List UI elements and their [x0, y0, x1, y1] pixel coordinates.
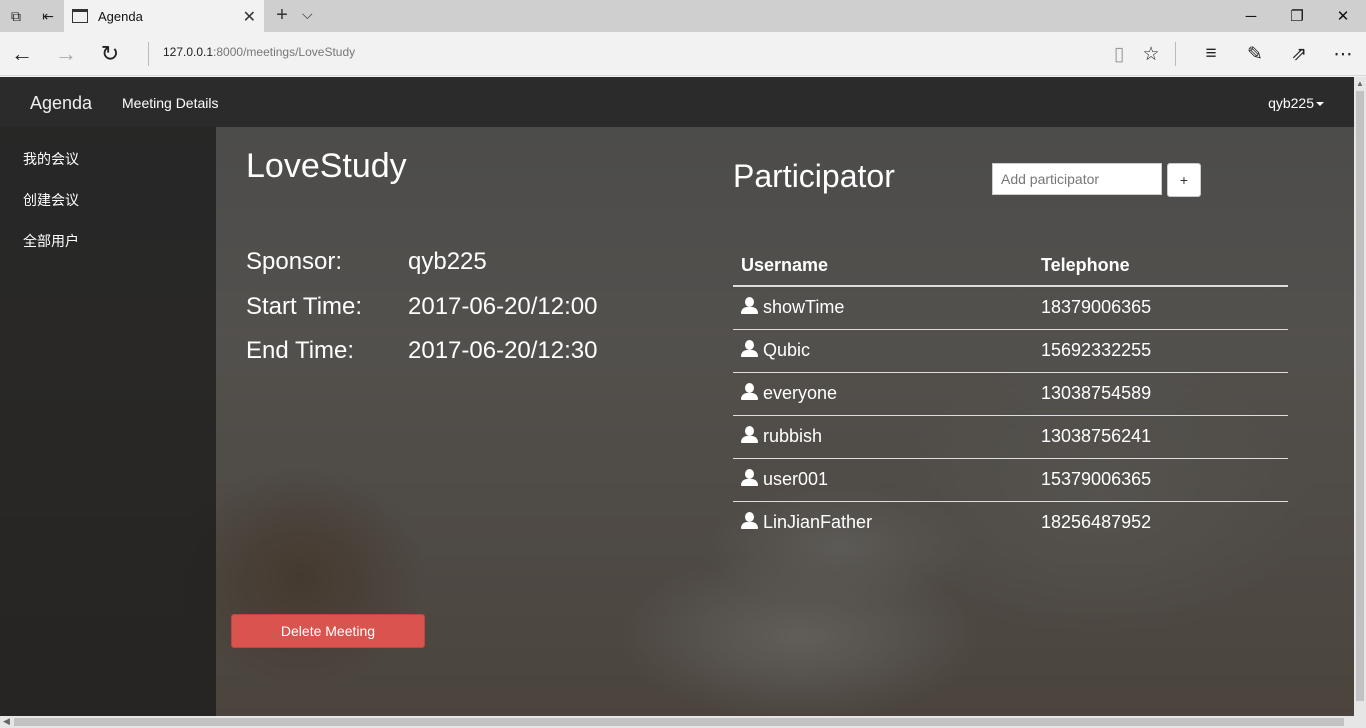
tab-preview-chevron-icon[interactable]: ⌵	[302, 6, 313, 23]
url-host: 127.0.0.1	[163, 45, 214, 59]
meeting-details-link[interactable]: Meeting Details	[122, 95, 219, 111]
url-path: :8000/meetings/LoveStudy	[213, 45, 356, 59]
sidebar-item-all-users[interactable]: 全部用户	[23, 231, 79, 251]
delete-meeting-button[interactable]: Delete Meeting	[231, 614, 425, 648]
close-tab-icon[interactable]: ✕	[243, 7, 256, 27]
url-field[interactable]: 127.0.0.1:8000/meetings/LoveStudy	[163, 45, 355, 59]
user-icon	[741, 297, 758, 315]
username-cell: everyone	[733, 372, 1033, 416]
tab-set-aside-icon[interactable]: ⧉	[0, 0, 32, 32]
forward-arrow-icon[interactable]: →	[50, 38, 82, 70]
telephone-cell: 15692332255	[1033, 329, 1288, 373]
caret-down-icon	[1316, 102, 1324, 107]
tab-title: Agenda	[98, 8, 143, 24]
table-row: LinJianFather 18256487952	[733, 501, 1288, 544]
username-cell: Qubic	[733, 329, 1033, 373]
user-dropdown[interactable]: qyb225	[1268, 95, 1324, 111]
favorite-star-icon[interactable]: ☆	[1135, 38, 1167, 70]
add-participator-input[interactable]	[992, 163, 1162, 195]
table-row: Qubic 15692332255	[733, 329, 1288, 373]
participator-title: Participator	[733, 158, 895, 194]
user-icon	[741, 340, 758, 357]
scroll-up-icon[interactable]: ▲	[1356, 79, 1364, 88]
table-header-row: Username Telephone	[733, 245, 1288, 287]
hub-icon[interactable]: ≡	[1195, 38, 1227, 70]
start-time-label: Start Time:	[246, 293, 363, 320]
username-cell: rubbish	[733, 415, 1033, 459]
new-tab-icon[interactable]: +	[270, 4, 294, 27]
share-icon[interactable]: ⇗	[1283, 38, 1315, 70]
table-row: showTime 18379006365	[733, 286, 1288, 330]
horizontal-scroll-thumb[interactable]	[14, 718, 1344, 726]
telephone-cell: 13038756241	[1033, 415, 1288, 459]
scroll-left-icon[interactable]: ◀	[3, 716, 10, 727]
username-text: LinJianFather	[763, 512, 873, 533]
start-time-value: 2017-06-20/12:00	[408, 293, 598, 320]
vertical-scroll-thumb[interactable]	[1356, 91, 1364, 701]
user-icon	[741, 512, 758, 530]
user-name: qyb225	[1268, 95, 1314, 111]
more-icon[interactable]: ⋯	[1327, 38, 1359, 70]
table-row: rubbish 13038756241	[733, 415, 1288, 459]
telephone-header: Telephone	[1033, 245, 1288, 287]
sidebar: 我的会议 创建会议 全部用户	[0, 127, 216, 716]
close-window-icon[interactable]: ✕	[1320, 0, 1366, 32]
brand-link[interactable]: Agenda	[30, 93, 92, 114]
minimize-icon[interactable]: ─	[1228, 0, 1274, 32]
user-icon	[741, 469, 758, 486]
sponsor-label: Sponsor:	[246, 248, 343, 275]
page-icon	[72, 9, 88, 23]
restore-icon[interactable]: ❐	[1274, 0, 1320, 32]
sponsor-value: qyb225	[408, 248, 487, 275]
vertical-scrollbar[interactable]: ▲	[1354, 77, 1366, 716]
username-cell: user001	[733, 458, 1033, 502]
browser-tab-agenda[interactable]: Agenda ✕	[64, 0, 264, 32]
username-text: showTime	[763, 297, 845, 318]
table-row: user001 15379006365	[733, 458, 1288, 502]
toolbar-divider	[1175, 42, 1176, 66]
sidebar-item-create-meeting[interactable]: 创建会议	[23, 190, 79, 210]
reading-view-icon[interactable]: ▯	[1103, 38, 1135, 70]
telephone-cell: 18379006365	[1033, 286, 1288, 330]
back-arrow-icon[interactable]: ←	[6, 38, 38, 70]
meeting-title: LoveStudy	[246, 147, 407, 185]
username-cell: LinJianFather	[733, 501, 1033, 544]
user-icon	[741, 426, 758, 443]
page-viewport: Agenda Meeting Details qyb225 我的会议 创建会议 …	[0, 77, 1354, 716]
telephone-cell: 15379006365	[1033, 458, 1288, 502]
telephone-cell: 13038754589	[1033, 372, 1288, 416]
horizontal-scrollbar[interactable]: ◀	[0, 716, 1366, 728]
web-note-icon[interactable]: ✎	[1239, 38, 1271, 70]
username-text: rubbish	[763, 426, 823, 446]
participants-table: Username Telephone showTime 18379006365 …	[733, 245, 1288, 544]
address-divider	[148, 42, 149, 66]
end-time-value: 2017-06-20/12:30	[408, 337, 598, 364]
tabs-aside-icon[interactable]: ⇤	[32, 0, 64, 32]
username-text: user001	[763, 469, 829, 489]
top-navbar: Agenda Meeting Details qyb225	[0, 77, 1354, 127]
username-text: everyone	[763, 383, 838, 403]
end-time-label: End Time:	[246, 337, 355, 364]
add-participator-button[interactable]: +	[1167, 163, 1201, 197]
table-row: everyone 13038754589	[733, 372, 1288, 416]
username-cell: showTime	[733, 286, 1033, 330]
address-bar-row: ← → ↻ 127.0.0.1:8000/meetings/LoveStudy …	[0, 32, 1366, 76]
refresh-icon[interactable]: ↻	[94, 38, 126, 70]
user-icon	[741, 383, 758, 400]
sidebar-item-my-meetings[interactable]: 我的会议	[23, 149, 79, 169]
username-header: Username	[733, 245, 1033, 287]
telephone-cell: 18256487952	[1041, 512, 1152, 533]
browser-tab-bar: ⧉ ⇤ Agenda ✕ + ⌵ ─ ❐ ✕	[0, 0, 1366, 32]
username-text: Qubic	[763, 340, 811, 360]
